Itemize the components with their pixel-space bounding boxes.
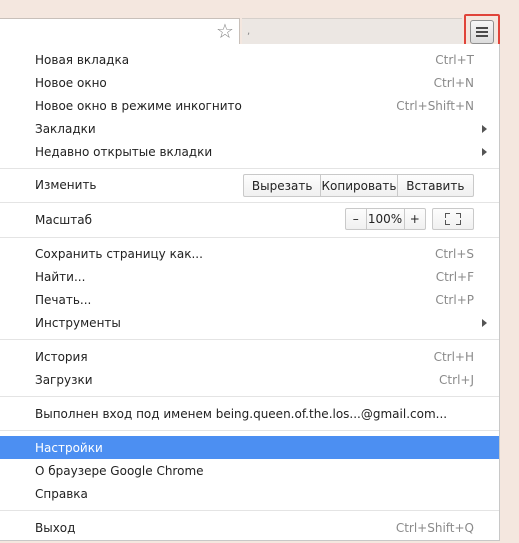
menu-item-label: Недавно открытые вкладки — [35, 144, 213, 159]
menu-item-incognito[interactable]: Новое окно в режиме инкогнито Ctrl+Shift… — [0, 94, 499, 117]
menu-item-shortcut: Ctrl+Shift+Q — [395, 520, 474, 535]
menu-separator — [0, 168, 499, 169]
browser-toolbar: ☆ , — [0, 0, 519, 49]
menu-item-shortcut: Ctrl+P — [435, 292, 474, 307]
fullscreen-button[interactable] — [432, 208, 474, 230]
fullscreen-icon — [445, 213, 461, 225]
menu-item-shortcut: Ctrl+N — [433, 75, 474, 90]
menu-item-label: Новая вкладка — [35, 52, 130, 67]
menu-item-label: Справка — [35, 486, 88, 501]
submenu-arrow-icon — [482, 319, 487, 327]
menu-item-new-window[interactable]: Новое окно Ctrl+N — [0, 71, 499, 94]
menu-separator — [0, 202, 499, 203]
menu-item-downloads[interactable]: Загрузки Ctrl+J — [0, 368, 499, 391]
menu-item-shortcut: Ctrl+Shift+N — [396, 98, 474, 113]
menu-separator — [0, 430, 499, 431]
menu-item-help[interactable]: Справка — [0, 482, 499, 505]
zoom-out-button[interactable]: – — [346, 209, 366, 229]
menu-item-label: Новое окно — [35, 75, 107, 90]
menu-item-shortcut: Ctrl+F — [435, 269, 474, 284]
menu-item-label: Новое окно в режиме инкогнито — [35, 98, 242, 113]
address-bar[interactable] — [0, 18, 240, 45]
menu-item-label: Загрузки — [35, 372, 93, 387]
menu-item-label: История — [35, 349, 88, 364]
submenu-arrow-icon — [482, 125, 487, 133]
menu-item-label: О браузере Google Chrome — [35, 463, 204, 478]
menu-separator — [0, 339, 499, 340]
paste-button[interactable]: Вставить — [396, 175, 473, 196]
zoom-controls: – 100% + — [345, 208, 426, 230]
menu-item-save-page[interactable]: Сохранить страницу как... Ctrl+S — [0, 242, 499, 265]
menu-item-find[interactable]: Найти... Ctrl+F — [0, 265, 499, 288]
menu-item-print[interactable]: Печать... Ctrl+P — [0, 288, 499, 311]
zoom-in-button[interactable]: + — [403, 209, 425, 229]
menu-item-shortcut: Ctrl+J — [439, 372, 474, 387]
menu-item-label: Выполнен вход под именем being.queen.of.… — [35, 406, 448, 421]
menu-separator — [0, 396, 499, 397]
menu-item-shortcut: Ctrl+T — [435, 52, 474, 67]
toolbar-text: , — [247, 26, 251, 37]
menu-item-label: Изменить — [35, 177, 97, 192]
menu-item-label: Выход — [35, 520, 76, 535]
menu-item-label: Настройки — [35, 440, 103, 455]
submenu-arrow-icon — [482, 148, 487, 156]
chrome-main-menu: Новая вкладка Ctrl+T Новое окно Ctrl+N Н… — [0, 44, 500, 541]
menu-item-label: Печать... — [35, 292, 92, 307]
menu-item-signed-in-account[interactable]: Выполнен вход под именем being.queen.of.… — [0, 402, 499, 425]
menu-item-settings[interactable]: Настройки — [0, 436, 499, 459]
menu-item-label: Найти... — [35, 269, 86, 284]
menu-item-label: Закладки — [35, 121, 96, 136]
zoom-level: 100% — [365, 209, 404, 229]
toolbar-extension-area: , — [242, 18, 462, 44]
star-icon[interactable]: ☆ — [214, 19, 236, 43]
menu-separator — [0, 237, 499, 238]
menu-item-shortcut: Ctrl+S — [434, 246, 474, 261]
menu-item-shortcut: Ctrl+H — [433, 349, 474, 364]
menu-item-new-tab[interactable]: Новая вкладка Ctrl+T — [0, 48, 499, 71]
cut-button[interactable]: Вырезать — [244, 175, 320, 196]
menu-separator — [0, 510, 499, 511]
menu-item-exit[interactable]: Выход Ctrl+Shift+Q — [0, 516, 499, 539]
hamburger-menu-icon — [470, 19, 494, 44]
menu-item-label: Сохранить страницу как... — [35, 246, 203, 261]
menu-item-label: Масштаб — [35, 212, 93, 227]
menu-item-recent-tabs[interactable]: Недавно открытые вкладки — [0, 140, 499, 163]
menu-item-history[interactable]: История Ctrl+H — [0, 345, 499, 368]
menu-item-label: Инструменты — [35, 315, 121, 330]
menu-item-bookmarks[interactable]: Закладки — [0, 117, 499, 140]
menu-item-about[interactable]: О браузере Google Chrome — [0, 459, 499, 482]
copy-button[interactable]: Копировать — [320, 175, 396, 196]
menu-item-tools[interactable]: Инструменты — [0, 311, 499, 334]
edit-button-group: Вырезать Копировать Вставить — [243, 174, 474, 197]
